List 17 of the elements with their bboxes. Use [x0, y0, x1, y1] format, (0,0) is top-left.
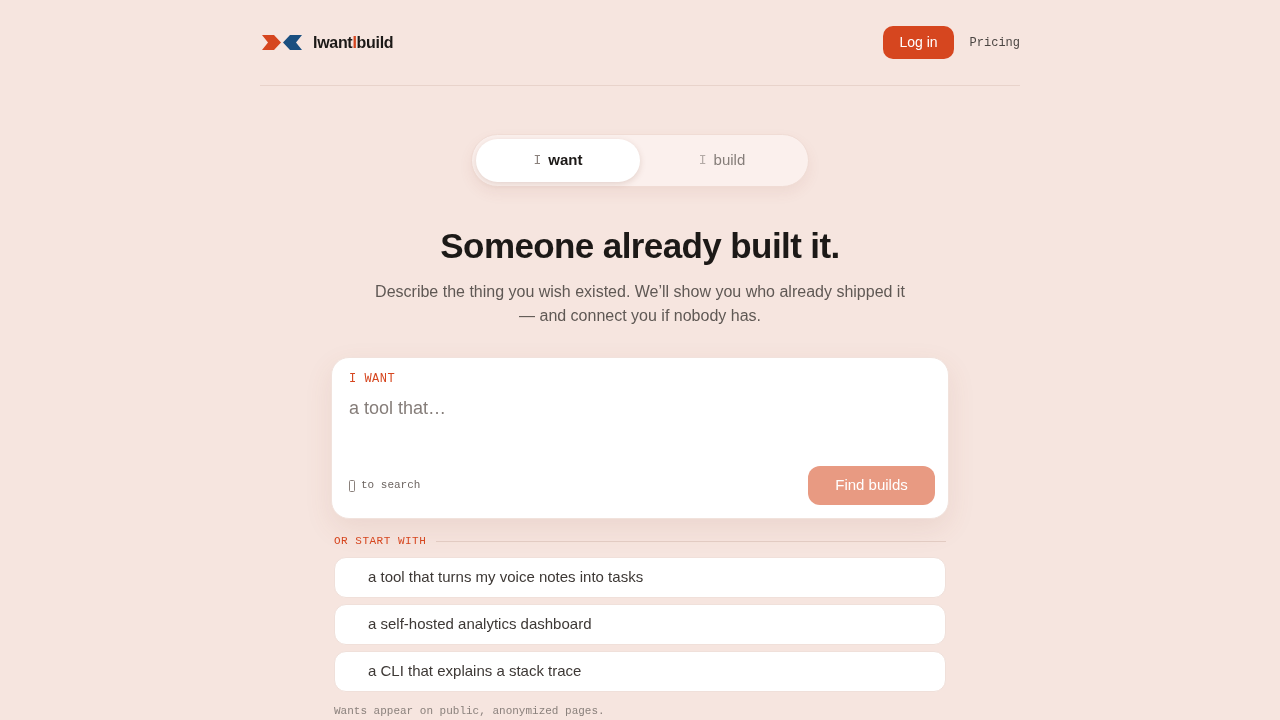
login-button[interactable]: Log in [883, 26, 954, 59]
pricing-link[interactable]: Pricing [969, 33, 1020, 52]
hero-title: Someone already built it. [440, 226, 840, 266]
want-label: I WANT [349, 371, 396, 387]
mode-tab[interactable]: I want [476, 139, 640, 182]
key-icon [349, 479, 355, 492]
want-input[interactable]: a tool that… [349, 396, 935, 456]
suggestions-heading: OR START WITH [334, 534, 427, 549]
suggestion-item[interactable]: a tool that turns my voice notes into tasks [334, 557, 946, 598]
hero-subtitle: Describe the thing you wish existed. We’ll show you who already shipped it — and connect you if nobody has. [374, 282, 906, 326]
suggestion-item[interactable]: a self-hosted analytics dashboard [334, 604, 946, 645]
logo-wordmark[interactable]: IwantIbuild [313, 30, 394, 55]
search-hint: to search [361, 478, 421, 494]
privacy-note: Wants appear on public, anonymized pages. [334, 704, 605, 718]
mode-tab[interactable]: I build [640, 139, 804, 182]
logo-icon [262, 35, 302, 50]
suggestion-item[interactable]: a CLI that explains a stack trace [334, 651, 946, 692]
